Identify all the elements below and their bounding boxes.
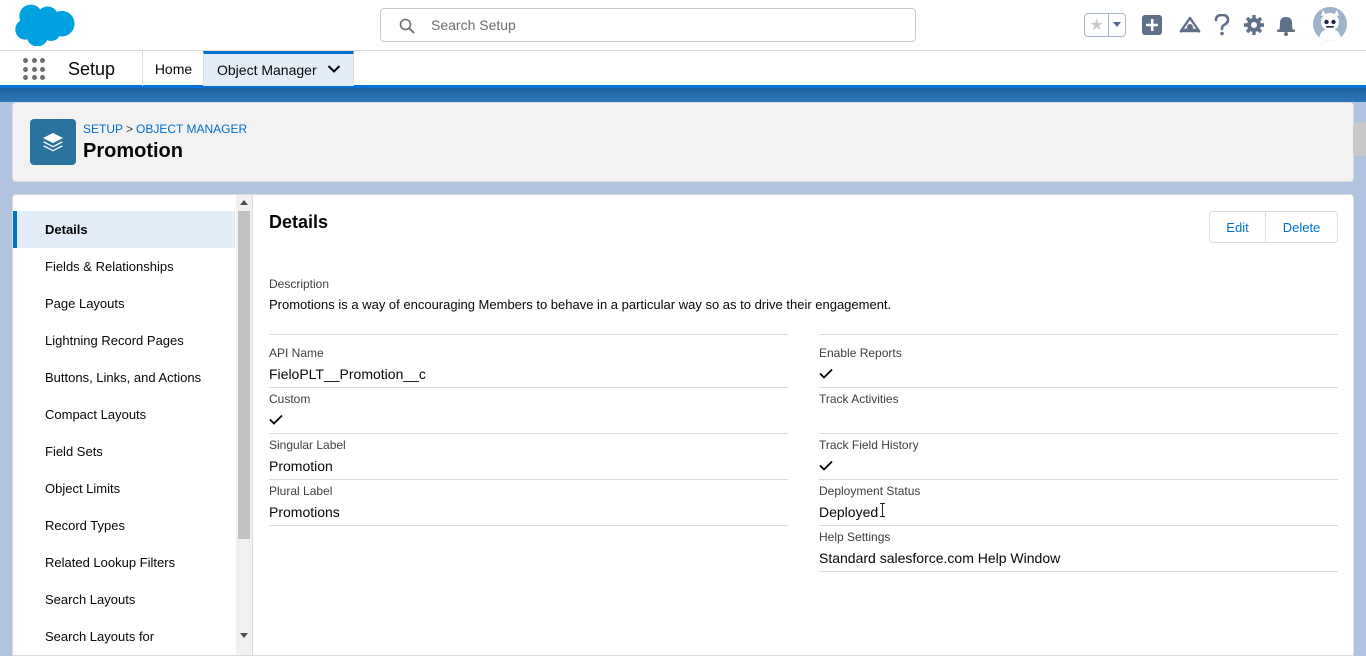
favorites-menu-button[interactable]: [1108, 14, 1125, 36]
sidebar-item-record-types[interactable]: Record Types: [13, 507, 235, 544]
description-value: Promotions is a way of encouraging Membe…: [269, 297, 892, 312]
field-value: Promotions: [269, 504, 340, 520]
caret-down-icon: [1113, 22, 1122, 27]
favorites-group: ★: [1084, 13, 1126, 37]
field-track-field-history: Track Field History: [819, 434, 1338, 480]
search-icon: [399, 18, 415, 34]
field-label: Singular Label: [269, 438, 346, 452]
field-label: Track Activities: [819, 392, 899, 406]
field-label: Custom: [269, 392, 311, 406]
sidebar-scrollbar[interactable]: [236, 195, 252, 655]
field-api-name: API Name FieloPLT__Promotion__c: [269, 342, 788, 388]
checkmark-icon: [819, 368, 833, 379]
sidebar-item-field-sets[interactable]: Field Sets: [13, 433, 235, 470]
right-column-divider: [819, 334, 1338, 335]
global-header: ★: [0, 0, 1366, 50]
field-label: Plural Label: [269, 484, 333, 498]
left-column-divider: [269, 334, 788, 335]
main-panel: Details Fields & Relationships Page Layo…: [12, 194, 1354, 656]
object-sidebar-nav: Details Fields & Relationships Page Layo…: [13, 195, 253, 655]
details-heading: Details: [269, 212, 329, 232]
salesforce-logo[interactable]: [14, 4, 76, 46]
setup-gear-icon[interactable]: [1242, 13, 1266, 37]
breadcrumb-object-manager-link[interactable]: OBJECT MANAGER: [136, 122, 247, 136]
field-value: Standard salesforce.com Help Window: [819, 550, 1061, 566]
background-banner: [0, 88, 1366, 102]
app-launcher-waffle-icon[interactable]: [23, 58, 45, 80]
field-label: Track Field History: [819, 438, 919, 452]
search-input[interactable]: [431, 9, 901, 41]
sidebar-item-fields-relationships[interactable]: Fields & Relationships: [13, 248, 235, 285]
page-title: Promotion: [83, 140, 183, 162]
field-value: FieloPLT__Promotion__c: [269, 366, 426, 382]
page-header: SETUP > OBJECT MANAGER Promotion: [12, 102, 1354, 182]
sidebar-item-search-layouts[interactable]: Search Layouts: [13, 581, 235, 618]
scrollbar-thumb[interactable]: [238, 211, 250, 539]
tab-home[interactable]: Home: [142, 51, 204, 86]
app-name: Setup: [68, 59, 116, 79]
side-panel-toggle-handle[interactable]: [1353, 122, 1366, 156]
field-plural-label: Plural Label Promotions: [269, 480, 788, 526]
field-label: Help Settings: [819, 530, 891, 544]
description-label: Description: [269, 277, 330, 291]
trailhead-icon[interactable]: [1178, 13, 1202, 37]
sidebar-item-lightning-record-pages[interactable]: Lightning Record Pages: [13, 322, 235, 359]
field-label: Enable Reports: [819, 346, 902, 360]
chevron-down-icon[interactable]: [327, 64, 341, 74]
scroll-down-arrow-icon[interactable]: [240, 633, 248, 638]
breadcrumb: SETUP > OBJECT MANAGER: [83, 122, 247, 136]
user-avatar[interactable]: [1313, 7, 1347, 41]
tab-object-manager[interactable]: Object Manager: [203, 51, 354, 86]
field-label: Deployment Status: [819, 484, 921, 498]
description-field: Description Promotions is a way of encou…: [269, 277, 1337, 312]
field-custom: Custom: [269, 388, 788, 434]
field-value: Promotion: [269, 458, 333, 474]
checkmark-icon: [269, 414, 283, 425]
search-setup-box[interactable]: [380, 8, 916, 42]
text-cursor-icon: [880, 503, 885, 517]
field-deployment-status: Deployment Status Deployed: [819, 480, 1338, 526]
sidebar-item-buttons-links-actions[interactable]: Buttons, Links, and Actions: [13, 359, 235, 396]
breadcrumb-setup-link[interactable]: SETUP: [83, 122, 123, 136]
notifications-bell-icon[interactable]: [1274, 13, 1298, 37]
checkmark-icon: [819, 460, 833, 471]
sidebar-item-compact-layouts[interactable]: Compact Layouts: [13, 396, 235, 433]
details-action-buttons: Edit Delete: [1209, 211, 1338, 243]
favorites-star-icon[interactable]: ★: [1085, 14, 1108, 36]
field-help-settings: Help Settings Standard salesforce.com He…: [819, 526, 1338, 572]
field-label: API Name: [269, 346, 324, 360]
sidebar-item-related-lookup-filters[interactable]: Related Lookup Filters: [13, 544, 235, 581]
help-icon[interactable]: [1210, 13, 1234, 37]
sidebar-item-search-layouts-for[interactable]: Search Layouts for: [13, 618, 235, 655]
sidebar-item-object-limits[interactable]: Object Limits: [13, 470, 235, 507]
field-enable-reports: Enable Reports: [819, 342, 1338, 388]
breadcrumb-separator: >: [126, 122, 134, 136]
field-value: Deployed: [819, 504, 879, 520]
sidebar-item-page-layouts[interactable]: Page Layouts: [13, 285, 235, 322]
global-actions-add-icon[interactable]: [1140, 13, 1164, 37]
field-singular-label: Singular Label Promotion: [269, 434, 788, 480]
field-track-activities: Track Activities: [819, 388, 1338, 434]
tab-object-manager-label: Object Manager: [217, 62, 317, 78]
sidebar-item-details[interactable]: Details: [13, 211, 235, 248]
edit-button[interactable]: Edit: [1210, 212, 1266, 242]
delete-button[interactable]: Delete: [1266, 212, 1337, 242]
context-nav-bar: Setup Home Object Manager: [0, 50, 1366, 88]
scroll-up-arrow-icon[interactable]: [240, 200, 248, 205]
layers-icon: [30, 119, 76, 165]
